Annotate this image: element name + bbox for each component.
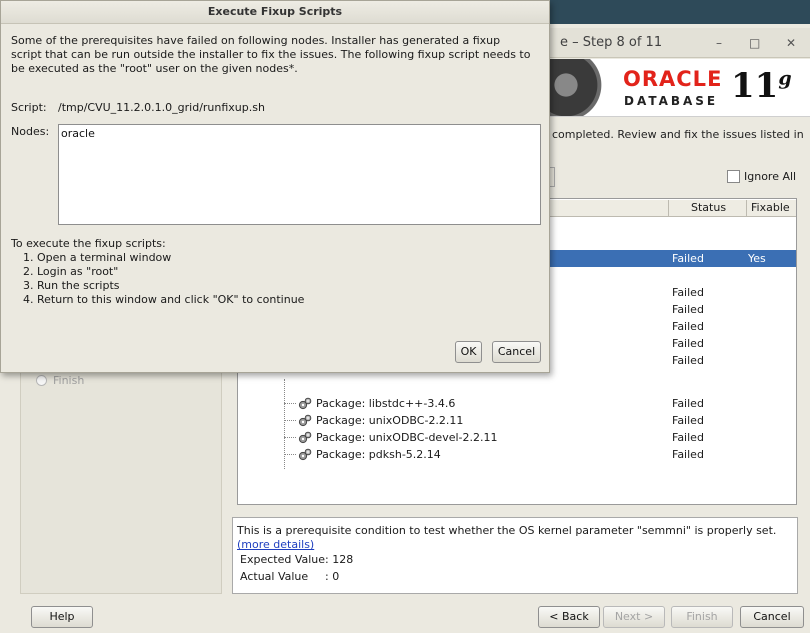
- table-row[interactable]: Package: unixODBC-2.2.11 Failed: [238, 412, 796, 429]
- package-gear-icon: [298, 431, 312, 444]
- instructions-list: 1. Open a terminal window 2. Login as "r…: [23, 251, 304, 307]
- row-fixable: Yes: [748, 252, 766, 265]
- finish-button[interactable]: Finish: [671, 606, 733, 628]
- row-status: Failed: [672, 252, 704, 265]
- instruction-step: 1. Open a terminal window: [23, 251, 172, 264]
- dialog-title-bar[interactable]: Execute Fixup Scripts: [1, 1, 549, 24]
- ok-button[interactable]: OK: [455, 341, 482, 363]
- column-header-fixable[interactable]: Fixable: [746, 200, 796, 217]
- row-check-name: Package: unixODBC-2.2.11: [316, 414, 464, 427]
- row-status: Failed: [672, 354, 704, 367]
- help-button[interactable]: Help: [31, 606, 93, 628]
- table-row[interactable]: Package: unixODBC-devel-2.2.11 Failed: [238, 429, 796, 446]
- oracle-logo: ORACLE: [623, 67, 723, 91]
- row-status: Failed: [672, 414, 704, 427]
- row-status: Failed: [672, 337, 704, 350]
- version-suffix: g: [778, 67, 792, 90]
- nav-step-label: Finish: [53, 374, 85, 387]
- more-details-link[interactable]: (more details): [237, 538, 314, 551]
- tree-branch: [284, 420, 296, 421]
- row-check-name: Package: pdksh-5.2.14: [316, 448, 441, 461]
- tree-branch: [284, 454, 296, 455]
- back-button[interactable]: < Back: [538, 606, 600, 628]
- actual-value-label: Actual Value: [240, 570, 309, 583]
- row-status: Failed: [672, 303, 704, 316]
- row-status: Failed: [672, 448, 704, 461]
- checkbox-box[interactable]: [727, 170, 740, 183]
- table-row[interactable]: Package: libstdc++-3.4.6 Failed: [238, 395, 796, 412]
- details-description: This is a prerequisite condition to test…: [237, 524, 793, 552]
- nav-step-finish: Finish: [36, 374, 84, 387]
- nodes-textarea[interactable]: oracle: [58, 124, 541, 225]
- check-details-panel: This is a prerequisite condition to test…: [232, 517, 798, 594]
- ignore-all-checkbox[interactable]: Ignore All: [727, 170, 796, 183]
- step-dot-icon: [36, 375, 47, 386]
- tree-branch: [284, 403, 296, 404]
- dialog-message: Some of the prerequisites have failed on…: [11, 34, 531, 75]
- status-message: completed. Review and fix the issues lis…: [552, 128, 804, 141]
- instructions-heading: To execute the fixup scripts:: [11, 237, 166, 250]
- row-check-name: Package: libstdc++-3.4.6: [316, 397, 456, 410]
- close-icon[interactable]: ✕: [786, 36, 796, 50]
- row-status: Failed: [672, 286, 704, 299]
- row-status: Failed: [672, 431, 704, 444]
- dialog-title: Execute Fixup Scripts: [207, 5, 343, 18]
- table-row[interactable]: Package: pdksh-5.2.14 Failed: [238, 446, 796, 463]
- maximize-icon[interactable]: □: [749, 36, 760, 50]
- row-check-name: Package: unixODBC-devel-2.2.11: [316, 431, 498, 444]
- actual-value: : 0: [325, 570, 340, 583]
- row-status: Failed: [672, 320, 704, 333]
- nodes-label: Nodes:: [11, 125, 50, 138]
- execute-fixup-scripts-dialog: Execute Fixup Scripts Some of the prereq…: [0, 0, 550, 373]
- instruction-step: 4. Return to this window and click "OK" …: [23, 293, 305, 306]
- next-button[interactable]: Next >: [603, 606, 665, 628]
- row-status: Failed: [672, 397, 704, 410]
- package-gear-icon: [298, 414, 312, 427]
- version-number: 11: [731, 66, 779, 106]
- dialog-cancel-button[interactable]: Cancel: [492, 341, 541, 363]
- package-gear-icon: [298, 448, 312, 461]
- cancel-button[interactable]: Cancel: [740, 606, 804, 628]
- details-text: This is a prerequisite condition to test…: [237, 524, 777, 537]
- script-path: /tmp/CVU_11.2.0.1.0_grid/runfixup.sh: [58, 101, 265, 114]
- expected-value-label: Expected Value: [240, 553, 326, 566]
- main-window-title: e – Step 8 of 11: [560, 35, 663, 50]
- column-header-status[interactable]: Status: [668, 200, 746, 217]
- version-label: 11g: [731, 66, 792, 106]
- minimize-icon[interactable]: –: [716, 36, 722, 50]
- instruction-step: 3. Run the scripts: [23, 279, 120, 292]
- database-label: DATABASE: [624, 94, 719, 108]
- tree-branch: [284, 437, 296, 438]
- instruction-step: 2. Login as "root": [23, 265, 119, 278]
- expected-value: : 128: [325, 553, 354, 566]
- ignore-all-label: Ignore All: [744, 170, 797, 183]
- script-label: Script:: [11, 101, 47, 114]
- package-gear-icon: [298, 397, 312, 410]
